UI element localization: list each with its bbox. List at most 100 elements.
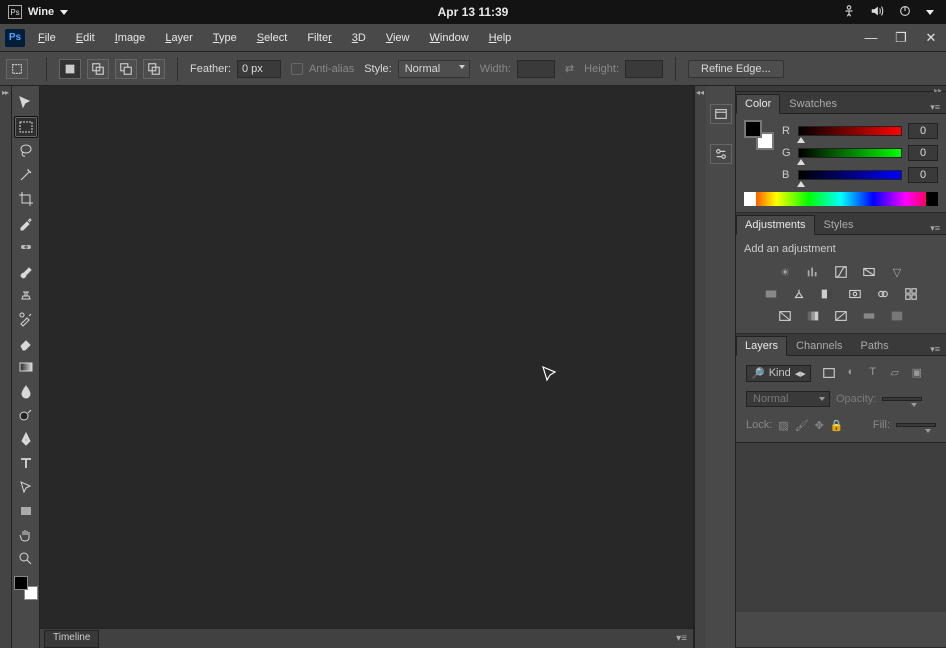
tab-styles[interactable]: Styles: [815, 215, 863, 234]
foreground-background-color[interactable]: [14, 576, 38, 600]
menu-select[interactable]: Select: [249, 28, 296, 48]
menu-view[interactable]: View: [378, 28, 418, 48]
adjustments-panel-menu-icon[interactable]: ▾≡: [924, 223, 946, 234]
g-slider[interactable]: [798, 148, 902, 158]
width-input[interactable]: [517, 60, 555, 78]
right-dock-strip[interactable]: ◂◂: [694, 86, 706, 648]
timeline-menu-icon[interactable]: ▾≡: [676, 633, 687, 644]
gradient-map-icon[interactable]: [860, 308, 878, 324]
eyedropper-tool[interactable]: [14, 212, 38, 234]
filter-pixel-icon[interactable]: [821, 366, 837, 380]
opacity-input[interactable]: [882, 397, 922, 401]
healing-brush-tool[interactable]: [14, 236, 38, 258]
menu-file[interactable]: File: [30, 28, 64, 48]
filter-smart-icon[interactable]: ▣: [909, 366, 925, 380]
blend-mode-select[interactable]: Normal: [746, 391, 830, 407]
vibrance-icon[interactable]: ▽: [888, 264, 906, 280]
hue-saturation-icon[interactable]: [762, 286, 780, 302]
lock-transparency-icon[interactable]: ▨: [778, 419, 788, 432]
layers-panel-menu-icon[interactable]: ▾≡: [924, 344, 946, 355]
tab-color[interactable]: Color: [736, 94, 780, 114]
r-slider[interactable]: [798, 126, 902, 136]
color-panel-menu-icon[interactable]: ▾≡: [924, 102, 946, 113]
lock-all-icon[interactable]: 🔒: [830, 419, 844, 432]
crop-tool[interactable]: [14, 188, 38, 210]
properties-panel-icon[interactable]: [710, 144, 732, 164]
lock-pixels-icon[interactable]: 🖌: [795, 419, 809, 432]
subtract-selection-button[interactable]: [115, 59, 137, 79]
tab-layers[interactable]: Layers: [736, 336, 787, 356]
close-button[interactable]: ✕: [916, 28, 946, 48]
menu-type[interactable]: Type: [205, 28, 245, 48]
accessibility-icon[interactable]: [842, 4, 856, 21]
left-dock-strip[interactable]: ▸▸: [0, 86, 12, 648]
lasso-tool[interactable]: [14, 140, 38, 162]
rectangular-marquee-tool[interactable]: [14, 116, 38, 138]
rectangle-tool[interactable]: [14, 500, 38, 522]
g-value[interactable]: 0: [908, 145, 938, 161]
clone-stamp-tool[interactable]: [14, 284, 38, 306]
power-icon[interactable]: [898, 4, 912, 21]
blur-tool[interactable]: [14, 380, 38, 402]
menu-layer[interactable]: Layer: [157, 28, 201, 48]
r-value[interactable]: 0: [908, 123, 938, 139]
refine-edge-button[interactable]: Refine Edge...: [688, 60, 784, 78]
timeline-tab[interactable]: Timeline: [44, 630, 99, 648]
tab-channels[interactable]: Channels: [787, 336, 851, 355]
filter-shape-icon[interactable]: ▱: [887, 366, 903, 380]
feather-input[interactable]: 0 px: [237, 60, 281, 78]
magic-wand-tool[interactable]: [14, 164, 38, 186]
tool-preset-picker[interactable]: [6, 59, 28, 79]
color-lookup-icon[interactable]: [902, 286, 920, 302]
antialias-checkbox[interactable]: [291, 63, 303, 75]
b-slider[interactable]: [798, 170, 902, 180]
pen-tool[interactable]: [14, 428, 38, 450]
menu-window[interactable]: Window: [422, 28, 477, 48]
filter-type-icon[interactable]: T: [865, 366, 881, 380]
fill-input[interactable]: [896, 423, 936, 427]
color-swatch[interactable]: [744, 120, 774, 150]
intersect-selection-button[interactable]: [143, 59, 165, 79]
os-clock[interactable]: Apr 13 11:39: [438, 5, 509, 19]
eraser-tool[interactable]: [14, 332, 38, 354]
menu-help[interactable]: Help: [481, 28, 520, 48]
zoom-tool[interactable]: [14, 548, 38, 570]
brush-tool[interactable]: [14, 260, 38, 282]
tab-paths[interactable]: Paths: [852, 336, 898, 355]
lock-position-icon[interactable]: ✥: [815, 419, 824, 432]
style-select[interactable]: Normal: [398, 60, 470, 78]
exposure-icon[interactable]: [860, 264, 878, 280]
b-value[interactable]: 0: [908, 167, 938, 183]
history-panel-icon[interactable]: [710, 104, 732, 124]
minimize-button[interactable]: —: [856, 28, 886, 48]
black-white-icon[interactable]: [818, 286, 836, 302]
tab-adjustments[interactable]: Adjustments: [736, 215, 815, 235]
maximize-button[interactable]: ❐: [886, 28, 916, 48]
photoshop-logo[interactable]: Ps: [0, 29, 30, 47]
curves-icon[interactable]: [832, 264, 850, 280]
menu-filter[interactable]: Filter: [299, 28, 339, 48]
height-input[interactable]: [625, 60, 663, 78]
canvas-area[interactable]: Timeline ▾≡: [40, 86, 694, 648]
channel-mixer-icon[interactable]: [874, 286, 892, 302]
app-menu-dropdown-icon[interactable]: [60, 10, 68, 15]
tab-swatches[interactable]: Swatches: [780, 94, 846, 113]
path-selection-tool[interactable]: [14, 476, 38, 498]
dodge-tool[interactable]: [14, 404, 38, 426]
type-tool[interactable]: [14, 452, 38, 474]
system-menu-dropdown-icon[interactable]: [926, 10, 934, 15]
menu-image[interactable]: Image: [107, 28, 154, 48]
history-brush-tool[interactable]: [14, 308, 38, 330]
layer-filter-kind[interactable]: 🔎 Kind ◂▸: [746, 365, 811, 382]
os-app-name[interactable]: Wine: [28, 6, 54, 18]
invert-icon[interactable]: [776, 308, 794, 324]
hand-tool[interactable]: [14, 524, 38, 546]
filter-adjustment-icon[interactable]: ◐: [843, 366, 859, 380]
move-tool[interactable]: [14, 92, 38, 114]
menu-edit[interactable]: Edit: [68, 28, 103, 48]
new-selection-button[interactable]: [59, 59, 81, 79]
color-balance-icon[interactable]: [790, 286, 808, 302]
posterize-icon[interactable]: [804, 308, 822, 324]
add-selection-button[interactable]: [87, 59, 109, 79]
threshold-icon[interactable]: [832, 308, 850, 324]
